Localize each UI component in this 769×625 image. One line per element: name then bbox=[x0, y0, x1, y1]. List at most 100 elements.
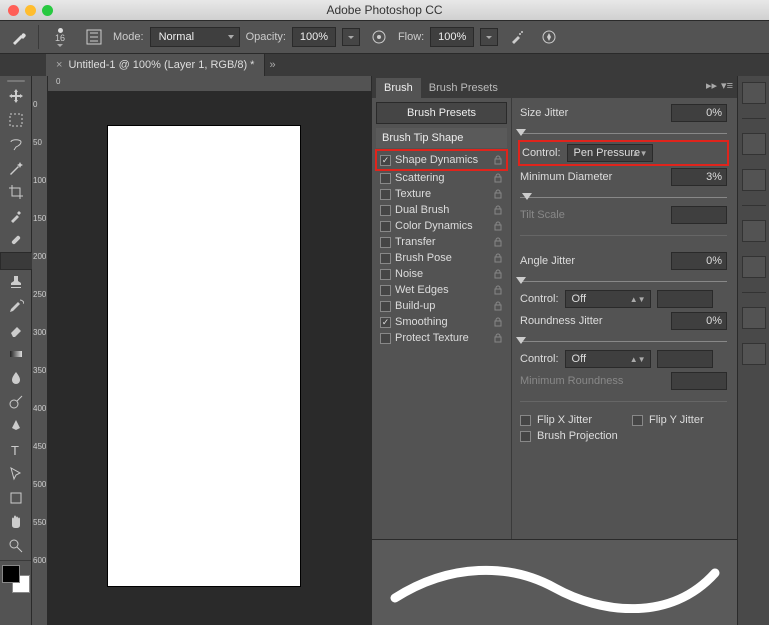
size-control-select[interactable]: Pen Pressure▲▼ bbox=[567, 144, 653, 162]
healing-tool[interactable] bbox=[0, 228, 31, 252]
pressure-opacity-icon[interactable] bbox=[366, 24, 392, 50]
brush-option-wet-edges[interactable]: Wet Edges bbox=[376, 282, 507, 298]
roundness-control-select[interactable]: Off▲▼ bbox=[565, 350, 651, 368]
lock-icon[interactable] bbox=[493, 237, 503, 247]
checkbox[interactable] bbox=[380, 189, 391, 200]
size-jitter-value[interactable]: 0% bbox=[671, 104, 727, 122]
dock-tab-7[interactable] bbox=[742, 343, 766, 365]
flow-dropdown-icon[interactable] bbox=[480, 28, 498, 46]
checkbox[interactable] bbox=[380, 317, 391, 328]
close-tab-icon[interactable]: × bbox=[56, 59, 62, 71]
flow-field[interactable]: 100% bbox=[430, 27, 474, 47]
panel-collapse-icon[interactable]: ▸▸ bbox=[706, 79, 717, 92]
brush-option-texture[interactable]: Texture bbox=[376, 186, 507, 202]
lock-icon[interactable] bbox=[493, 173, 503, 183]
marquee-tool[interactable] bbox=[0, 108, 31, 132]
eraser-tool[interactable] bbox=[0, 318, 31, 342]
brush-option-protect-texture[interactable]: Protect Texture bbox=[376, 330, 507, 346]
wand-tool[interactable] bbox=[0, 156, 31, 180]
lock-icon[interactable] bbox=[493, 155, 503, 165]
flip-y-checkbox[interactable] bbox=[632, 415, 643, 426]
zoom-tool[interactable] bbox=[0, 534, 31, 558]
history-brush-tool[interactable] bbox=[0, 294, 31, 318]
checkbox[interactable] bbox=[380, 269, 391, 280]
angle-control-select[interactable]: Off▲▼ bbox=[565, 290, 651, 308]
checkbox[interactable] bbox=[380, 253, 391, 264]
roundness-jitter-slider[interactable] bbox=[520, 334, 727, 344]
pressure-size-icon[interactable] bbox=[536, 24, 562, 50]
dock-tab-1[interactable] bbox=[742, 82, 766, 104]
lasso-tool[interactable] bbox=[0, 132, 31, 156]
stamp-tool[interactable] bbox=[0, 270, 31, 294]
dock-tab-5[interactable] bbox=[742, 256, 766, 278]
lock-icon[interactable] bbox=[493, 253, 503, 263]
type-tool[interactable]: T bbox=[0, 438, 31, 462]
hand-tool[interactable] bbox=[0, 510, 31, 534]
checkbox[interactable] bbox=[380, 205, 391, 216]
angle-jitter-value[interactable]: 0% bbox=[671, 252, 727, 270]
checkbox[interactable] bbox=[380, 285, 391, 296]
dock-tab-6[interactable] bbox=[742, 307, 766, 329]
airbrush-icon[interactable] bbox=[504, 24, 530, 50]
blend-mode-select[interactable]: Normal bbox=[150, 27, 240, 47]
brush-option-build-up[interactable]: Build-up bbox=[376, 298, 507, 314]
gradient-tool[interactable] bbox=[0, 342, 31, 366]
roundness-jitter-value[interactable]: 0% bbox=[671, 312, 727, 330]
tab-brush-presets[interactable]: Brush Presets bbox=[421, 78, 506, 98]
document-tab[interactable]: × Untitled-1 @ 100% (Layer 1, RGB/8) * bbox=[46, 54, 265, 76]
canvas-area[interactable]: 0 bbox=[48, 76, 371, 625]
dock-tab-4[interactable] bbox=[742, 220, 766, 242]
brush-panel-toggle-icon[interactable] bbox=[81, 24, 107, 50]
brush-presets-button[interactable]: Brush Presets bbox=[376, 102, 507, 124]
dodge-tool[interactable] bbox=[0, 390, 31, 414]
brush-preset-picker[interactable]: 16 bbox=[45, 22, 75, 52]
brush-option-transfer[interactable]: Transfer bbox=[376, 234, 507, 250]
lock-icon[interactable] bbox=[493, 269, 503, 279]
brush-projection-checkbox[interactable] bbox=[520, 431, 531, 442]
path-select-tool[interactable] bbox=[0, 462, 31, 486]
lock-icon[interactable] bbox=[493, 285, 503, 295]
panel-menu-icon[interactable]: ▾≡ bbox=[721, 79, 733, 92]
checkbox[interactable] bbox=[380, 237, 391, 248]
brush-option-brush-pose[interactable]: Brush Pose bbox=[376, 250, 507, 266]
tab-brush[interactable]: Brush bbox=[376, 78, 421, 98]
brush-option-scattering[interactable]: Scattering bbox=[376, 170, 507, 186]
document-canvas[interactable] bbox=[108, 126, 300, 586]
checkbox[interactable] bbox=[380, 221, 391, 232]
dock-tab-2[interactable] bbox=[742, 133, 766, 155]
lock-icon[interactable] bbox=[493, 189, 503, 199]
brush-option-smoothing[interactable]: Smoothing bbox=[376, 314, 507, 330]
checkbox[interactable] bbox=[380, 333, 391, 344]
eyedropper-tool[interactable] bbox=[0, 204, 31, 228]
fg-bg-colors[interactable] bbox=[2, 565, 30, 593]
brush-option-color-dynamics[interactable]: Color Dynamics bbox=[376, 218, 507, 234]
minimize-window-button[interactable] bbox=[25, 5, 36, 16]
current-tool-icon[interactable] bbox=[6, 24, 32, 50]
checkbox[interactable] bbox=[380, 301, 391, 312]
lock-icon[interactable] bbox=[493, 333, 503, 343]
move-tool[interactable] bbox=[0, 84, 31, 108]
zoom-window-button[interactable] bbox=[42, 5, 53, 16]
brush-tip-shape-row[interactable]: Brush Tip Shape bbox=[376, 128, 507, 148]
flip-x-checkbox[interactable] bbox=[520, 415, 531, 426]
min-diameter-value[interactable]: 3% bbox=[671, 168, 727, 186]
checkbox[interactable] bbox=[380, 173, 391, 184]
lock-icon[interactable] bbox=[493, 301, 503, 311]
dock-tab-3[interactable] bbox=[742, 169, 766, 191]
close-window-button[interactable] bbox=[8, 5, 19, 16]
brush-option-shape-dynamics[interactable]: Shape Dynamics bbox=[376, 150, 507, 170]
min-diameter-slider[interactable] bbox=[520, 190, 727, 200]
shape-tool[interactable] bbox=[0, 486, 31, 510]
lock-icon[interactable] bbox=[493, 205, 503, 215]
lock-icon[interactable] bbox=[493, 317, 503, 327]
opacity-field[interactable]: 100% bbox=[292, 27, 336, 47]
size-jitter-slider[interactable] bbox=[520, 126, 727, 136]
checkbox[interactable] bbox=[380, 155, 391, 166]
angle-jitter-slider[interactable] bbox=[520, 274, 727, 284]
opacity-dropdown-icon[interactable] bbox=[342, 28, 360, 46]
tab-overflow-icon[interactable]: » bbox=[269, 59, 275, 71]
crop-tool[interactable] bbox=[0, 180, 31, 204]
pen-tool[interactable] bbox=[0, 414, 31, 438]
lock-icon[interactable] bbox=[493, 221, 503, 231]
blur-tool[interactable] bbox=[0, 366, 31, 390]
